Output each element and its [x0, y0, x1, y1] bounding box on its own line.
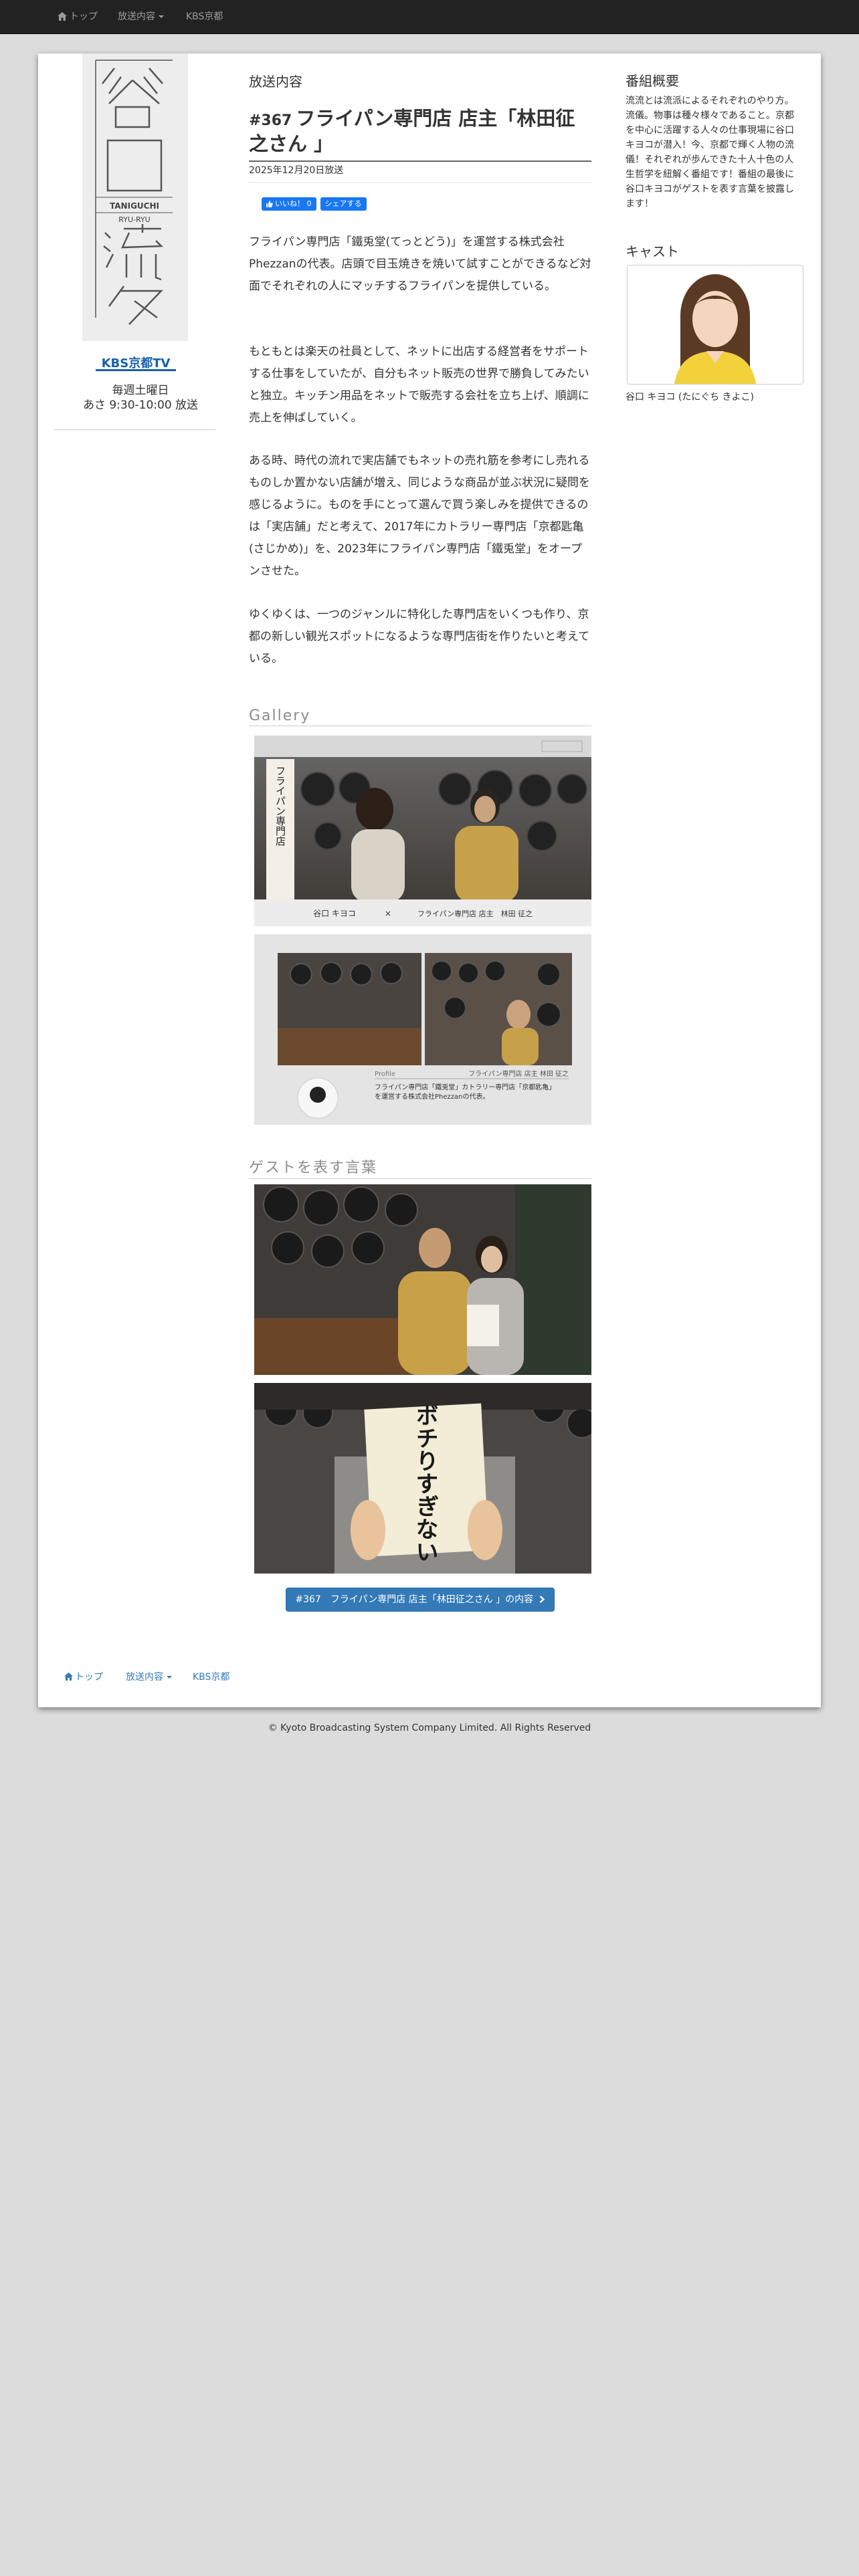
footer-home-link[interactable]: トップ: [64, 1670, 103, 1683]
episode-paragraph-4: ゆくゆくは、一つのジャンルに特化した専門店をいくつも作り、京都の新しい観光スポッ…: [249, 608, 590, 665]
left-divider: [54, 429, 215, 430]
episode-paragraph-1: フライパン専門店「鐵兎堂(てっとどう)」を運営する株式会社Phezzanの代表。…: [249, 235, 591, 293]
chevron-right-icon: [539, 1596, 545, 1603]
footer-broadcast-dropdown[interactable]: 放送内容: [126, 1670, 172, 1683]
broadcast-schedule: 毎週土曜日 あさ 9:30-10:00 放送: [67, 383, 214, 413]
kbs-logo-text: KBS京都TV: [102, 356, 171, 370]
nav-broadcast-label: 放送内容: [118, 11, 155, 22]
facebook-like-button[interactable]: いいね！ 0: [262, 197, 316, 211]
episode-title: #367 フライパン専門店 店主「林田征之さん 」: [249, 107, 591, 162]
top-navbar: トップ 放送内容 KBS京都: [0, 0, 859, 34]
episode-title-text: フライパン専門店 店主「林田征之さん 」: [249, 107, 575, 155]
nav-kbs-label: KBS京都: [186, 11, 223, 22]
facebook-like-label: いいね！ 0: [275, 199, 312, 208]
air-date: 2025年12月20日放送: [249, 165, 344, 176]
home-icon: [64, 1673, 73, 1681]
nav-home-link[interactable]: トップ: [58, 0, 98, 33]
schedule-day: 毎週土曜日: [112, 384, 169, 397]
social-buttons: いいね！ 0 シェアする: [262, 197, 371, 211]
overview-text: 流流とは流派によるそれぞれのやり方。流儀。物事は種々様々であること。京都を中心に…: [626, 96, 794, 209]
footer-kbs-link[interactable]: KBS京都: [193, 1670, 229, 1683]
footer-home-label: トップ: [75, 1672, 103, 1683]
episode-detail-button[interactable]: #367 フライパン専門店 店主「林田征之さん 」の内容: [286, 1588, 555, 1612]
board-text: ボチりすぎない: [411, 1404, 438, 1563]
gallery-caption-left: 谷口 キヨコ: [313, 909, 356, 918]
facebook-share-label: シェアする: [324, 199, 362, 208]
cast-photo[interactable]: [627, 265, 803, 385]
copyright: © Kyoto Broadcasting System Company Limi…: [268, 1723, 591, 1733]
episode-paragraph-2: もともとは楽天の社員として、ネットに出店する経営者をサポートする仕事をしていたが…: [249, 345, 589, 425]
gallery-caption-x: ×: [385, 909, 391, 918]
cast-heading: キャスト: [626, 243, 679, 259]
nav-home-label: トップ: [70, 11, 98, 22]
cast-name: 谷口 キヨコ (たにぐち きよこ): [626, 392, 754, 403]
episode-detail-label: #367 フライパン専門店 店主「林田征之さん 」の内容: [295, 1594, 534, 1605]
gallery-caption-right: フライパン専門店 店主 林田 征之: [417, 909, 533, 918]
guest-words-image-2[interactable]: ボチりすぎない: [254, 1383, 591, 1574]
gallery-image-2[interactable]: Profile フライパン専門店 店主 林田 征之 フライパン専門店「鐵兎堂」カ…: [254, 934, 591, 1125]
section-label: 放送内容: [249, 74, 302, 90]
logo-romaji-2: RYU-RYU: [118, 215, 150, 224]
logo-romaji-1: TANIGUCHI: [110, 201, 159, 211]
gallery-sign-text: フライパン専門店: [274, 766, 286, 846]
caret-down-icon: [167, 1676, 172, 1679]
gallery-image-1[interactable]: フライパン専門店 谷口 キヨコ × フライパン専門店 店主 林田 征之: [254, 736, 591, 926]
footer-kbs-label: KBS京都: [193, 1672, 230, 1683]
overview-heading: 番組概要: [626, 73, 679, 89]
guest-words-heading: ゲストを表す言葉: [249, 1156, 591, 1179]
program-logo[interactable]: TANIGUCHI RYU-RYU: [82, 53, 188, 341]
kbs-tv-logo[interactable]: KBS京都TV: [96, 356, 176, 373]
gallery-heading: Gallery: [249, 708, 591, 726]
facebook-share-button[interactable]: シェアする: [320, 197, 367, 211]
guest-words-image-1[interactable]: [254, 1184, 591, 1375]
footer-broadcast-label: 放送内容: [126, 1672, 163, 1683]
nav-broadcast-dropdown[interactable]: 放送内容: [118, 0, 164, 33]
gallery-profile-line-2: を運営する株式会社Phezzanの代表。: [375, 1092, 489, 1101]
nav-kbs-link[interactable]: KBS京都: [186, 0, 223, 33]
schedule-time: あさ 9:30-10:00 放送: [82, 399, 199, 412]
gallery-profile-line-1: フライパン専門店「鐵兎堂」カトラリー専門店「京都匙亀」: [375, 1083, 555, 1091]
thumbs-up-icon: [266, 201, 273, 207]
date-divider: [249, 182, 591, 183]
home-icon: [58, 12, 67, 21]
gallery-profile-label: Profile: [375, 1071, 395, 1078]
episode-paragraph-3: ある時、時代の流れで実店舗でもネットの売れ筋を参考にし売れるものしか置かない店舗…: [249, 454, 590, 578]
episode-number: #367: [249, 112, 292, 129]
caret-down-icon: [159, 15, 164, 18]
gallery-profile-name: フライパン専門店 店主 林田 征之: [468, 1069, 569, 1078]
